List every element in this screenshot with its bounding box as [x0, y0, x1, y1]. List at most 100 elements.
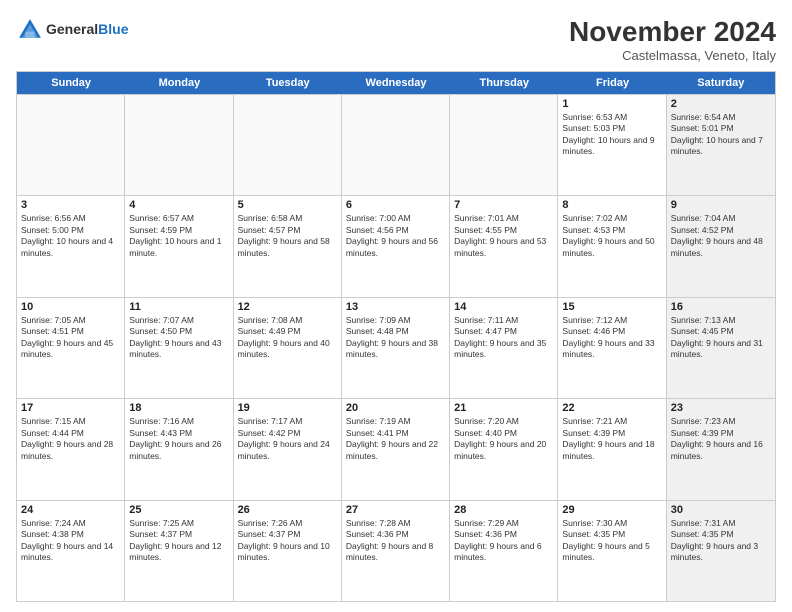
day-number: 26: [238, 504, 337, 516]
calendar-cell-r4c5: 29 Sunrise: 7:30 AM Sunset: 4:35 PM Dayli…: [558, 501, 666, 601]
subtitle: Castelmassa, Veneto, Italy: [569, 48, 776, 63]
day-number: 14: [454, 301, 553, 313]
day-number: 25: [129, 504, 228, 516]
calendar-cell-r0c5: 1Sunrise: 6:53 AM Sunset: 5:03 PM Daylig…: [558, 95, 666, 195]
calendar-row-1: 1Sunrise: 6:53 AM Sunset: 5:03 PM Daylig…: [17, 94, 775, 195]
logo-blue: Blue: [98, 21, 128, 37]
day-info: Sunrise: 7:13 AM Sunset: 4:45 PM Dayligh…: [671, 315, 771, 361]
day-number: 11: [129, 301, 228, 313]
day-info: Sunrise: 7:07 AM Sunset: 4:50 PM Dayligh…: [129, 315, 228, 361]
day-number: 12: [238, 301, 337, 313]
header-saturday: Saturday: [667, 72, 775, 94]
calendar: Sunday Monday Tuesday Wednesday Thursday…: [16, 71, 776, 602]
calendar-cell-r4c6: 30 Sunrise: 7:31 AM Sunset: 4:35 PM Dayli…: [667, 501, 775, 601]
day-number: 5: [238, 199, 337, 211]
calendar-cell-r1c6: 9Sunrise: 7:04 AM Sunset: 4:52 PM Daylig…: [667, 196, 775, 296]
day-number: 3: [21, 199, 120, 211]
calendar-cell-r0c1: [125, 95, 233, 195]
day-info: Sunrise: 7:31 AM Sunset: 4:35 PM Dayligh…: [671, 518, 771, 564]
day-number: 20: [346, 402, 445, 414]
day-info: Sunrise: 7:00 AM Sunset: 4:56 PM Dayligh…: [346, 213, 445, 259]
day-number: 13: [346, 301, 445, 313]
calendar-cell-r0c3: [342, 95, 450, 195]
day-number: 6: [346, 199, 445, 211]
calendar-cell-r3c6: 23 Sunrise: 7:23 AM Sunset: 4:39 PM Dayli…: [667, 399, 775, 499]
day-number: 4: [129, 199, 228, 211]
day-info: Sunrise: 7:01 AM Sunset: 4:55 PM Dayligh…: [454, 213, 553, 259]
calendar-cell-r1c1: 4Sunrise: 6:57 AM Sunset: 4:59 PM Daylig…: [125, 196, 233, 296]
day-number: 27: [346, 504, 445, 516]
calendar-body: 1Sunrise: 6:53 AM Sunset: 5:03 PM Daylig…: [17, 94, 775, 601]
day-number: 7: [454, 199, 553, 211]
day-info: Sunrise: 7:20 AM Sunset: 4:40 PM Dayligh…: [454, 416, 553, 462]
calendar-cell-r4c1: 25 Sunrise: 7:25 AM Sunset: 4:37 PM Dayli…: [125, 501, 233, 601]
header-wednesday: Wednesday: [342, 72, 450, 94]
calendar-cell-r1c0: 3 Sunrise: 6:56 AM Sunset: 5:00 PM Daylig…: [17, 196, 125, 296]
day-info: Sunrise: 7:11 AM Sunset: 4:47 PM Dayligh…: [454, 315, 553, 361]
day-number: 23: [671, 402, 771, 414]
page: GeneralBlue November 2024 Castelmassa, V…: [0, 0, 792, 612]
day-number: 28: [454, 504, 553, 516]
calendar-cell-r0c2: [234, 95, 342, 195]
calendar-row-5: 24 Sunrise: 7:24 AM Sunset: 4:38 PM Dayli…: [17, 500, 775, 601]
calendar-cell-r2c4: 14 Sunrise: 7:11 AM Sunset: 4:47 PM Dayli…: [450, 298, 558, 398]
calendar-cell-r2c6: 16Sunrise: 7:13 AM Sunset: 4:45 PM Dayli…: [667, 298, 775, 398]
day-info: Sunrise: 7:28 AM Sunset: 4:36 PM Dayligh…: [346, 518, 445, 564]
day-number: 22: [562, 402, 661, 414]
day-number: 2: [671, 98, 771, 110]
day-info: Sunrise: 7:19 AM Sunset: 4:41 PM Dayligh…: [346, 416, 445, 462]
calendar-row-4: 17 Sunrise: 7:15 AM Sunset: 4:44 PM Dayli…: [17, 398, 775, 499]
day-info: Sunrise: 7:12 AM Sunset: 4:46 PM Dayligh…: [562, 315, 661, 361]
header-sunday: Sunday: [17, 72, 125, 94]
day-info: Sunrise: 7:21 AM Sunset: 4:39 PM Dayligh…: [562, 416, 661, 462]
day-number: 15: [562, 301, 661, 313]
header: GeneralBlue November 2024 Castelmassa, V…: [16, 16, 776, 63]
day-info: Sunrise: 7:26 AM Sunset: 4:37 PM Dayligh…: [238, 518, 337, 564]
day-info: Sunrise: 6:54 AM Sunset: 5:01 PM Dayligh…: [671, 112, 771, 158]
calendar-cell-r0c4: [450, 95, 558, 195]
header-monday: Monday: [125, 72, 233, 94]
calendar-cell-r3c1: 18Sunrise: 7:16 AM Sunset: 4:43 PM Dayli…: [125, 399, 233, 499]
day-info: Sunrise: 7:24 AM Sunset: 4:38 PM Dayligh…: [21, 518, 120, 564]
calendar-cell-r2c2: 12 Sunrise: 7:08 AM Sunset: 4:49 PM Dayli…: [234, 298, 342, 398]
day-number: 10: [21, 301, 120, 313]
calendar-cell-r4c4: 28 Sunrise: 7:29 AM Sunset: 4:36 PM Dayli…: [450, 501, 558, 601]
calendar-cell-r1c4: 7 Sunrise: 7:01 AM Sunset: 4:55 PM Daylig…: [450, 196, 558, 296]
day-info: Sunrise: 7:25 AM Sunset: 4:37 PM Dayligh…: [129, 518, 228, 564]
calendar-cell-r3c4: 21Sunrise: 7:20 AM Sunset: 4:40 PM Dayli…: [450, 399, 558, 499]
day-info: Sunrise: 7:05 AM Sunset: 4:51 PM Dayligh…: [21, 315, 120, 361]
day-info: Sunrise: 7:08 AM Sunset: 4:49 PM Dayligh…: [238, 315, 337, 361]
day-number: 30: [671, 504, 771, 516]
calendar-cell-r3c3: 20 Sunrise: 7:19 AM Sunset: 4:41 PM Dayli…: [342, 399, 450, 499]
day-number: 24: [21, 504, 120, 516]
calendar-row-3: 10 Sunrise: 7:05 AM Sunset: 4:51 PM Dayli…: [17, 297, 775, 398]
day-info: Sunrise: 7:16 AM Sunset: 4:43 PM Dayligh…: [129, 416, 228, 462]
day-number: 1: [562, 98, 661, 110]
day-info: Sunrise: 7:23 AM Sunset: 4:39 PM Dayligh…: [671, 416, 771, 462]
calendar-cell-r3c2: 19 Sunrise: 7:17 AM Sunset: 4:42 PM Dayli…: [234, 399, 342, 499]
calendar-cell-r1c5: 8Sunrise: 7:02 AM Sunset: 4:53 PM Daylig…: [558, 196, 666, 296]
day-number: 19: [238, 402, 337, 414]
calendar-cell-r3c5: 22 Sunrise: 7:21 AM Sunset: 4:39 PM Dayli…: [558, 399, 666, 499]
day-info: Sunrise: 7:29 AM Sunset: 4:36 PM Dayligh…: [454, 518, 553, 564]
header-friday: Friday: [558, 72, 666, 94]
day-info: Sunrise: 6:56 AM Sunset: 5:00 PM Dayligh…: [21, 213, 120, 259]
calendar-cell-r3c0: 17 Sunrise: 7:15 AM Sunset: 4:44 PM Dayli…: [17, 399, 125, 499]
header-tuesday: Tuesday: [234, 72, 342, 94]
title-block: November 2024 Castelmassa, Veneto, Italy: [569, 16, 776, 63]
logo-icon: [16, 16, 44, 44]
month-title: November 2024: [569, 16, 776, 48]
calendar-cell-r4c3: 27 Sunrise: 7:28 AM Sunset: 4:36 PM Dayli…: [342, 501, 450, 601]
calendar-cell-r1c2: 5Sunrise: 6:58 AM Sunset: 4:57 PM Daylig…: [234, 196, 342, 296]
calendar-cell-r2c3: 13Sunrise: 7:09 AM Sunset: 4:48 PM Dayli…: [342, 298, 450, 398]
header-thursday: Thursday: [450, 72, 558, 94]
logo: GeneralBlue: [16, 16, 128, 44]
day-number: 29: [562, 504, 661, 516]
calendar-cell-r0c6: 2 Sunrise: 6:54 AM Sunset: 5:01 PM Daylig…: [667, 95, 775, 195]
calendar-cell-r0c0: [17, 95, 125, 195]
day-info: Sunrise: 7:17 AM Sunset: 4:42 PM Dayligh…: [238, 416, 337, 462]
day-number: 17: [21, 402, 120, 414]
day-info: Sunrise: 7:30 AM Sunset: 4:35 PM Dayligh…: [562, 518, 661, 564]
logo-text: GeneralBlue: [46, 22, 128, 37]
day-info: Sunrise: 7:15 AM Sunset: 4:44 PM Dayligh…: [21, 416, 120, 462]
